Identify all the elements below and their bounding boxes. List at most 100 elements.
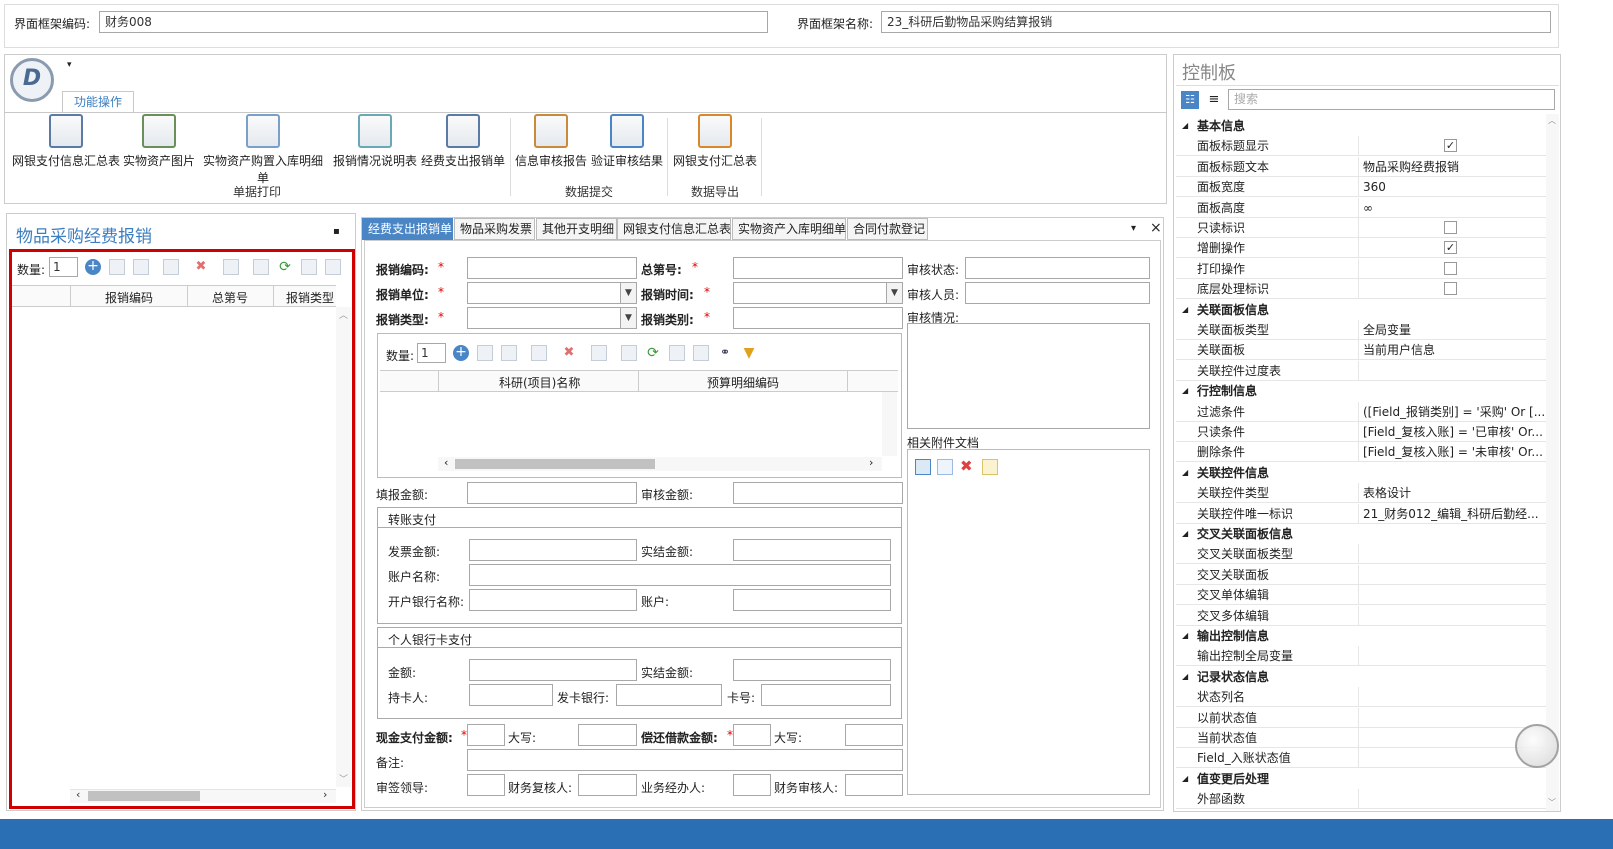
left-hscroll-thumb[interactable]	[88, 791, 200, 801]
tab-5[interactable]: 合同付款登记	[847, 218, 928, 240]
property-row[interactable]: 只读条件 [Field_复核入账] = '已审核' Or...	[1176, 422, 1546, 442]
ribbon-btn-document-print-icon[interactable]: 实物资产购置入库明细单	[198, 114, 328, 186]
property-row[interactable]: 交叉多体编辑	[1176, 605, 1546, 626]
property-value[interactable]: 全局变量	[1363, 320, 1546, 340]
filter-icon[interactable]: ▼	[741, 345, 757, 361]
report-type-select[interactable]: ▼	[467, 307, 637, 329]
property-row[interactable]: 面板高度 ∞	[1176, 197, 1546, 218]
categorized-view-icon[interactable]: ☷	[1181, 91, 1199, 109]
tab-3[interactable]: 网银支付信息汇总表	[617, 218, 731, 240]
property-category[interactable]: ◢ 关联控件信息	[1176, 463, 1546, 483]
property-checkbox[interactable]	[1444, 261, 1457, 275]
ribbon-tab-function[interactable]: 功能操作	[62, 91, 134, 113]
property-row[interactable]: 交叉关联面板	[1176, 564, 1546, 585]
property-value[interactable]: [Field_复核入账] = '未审核' Or...	[1363, 442, 1546, 462]
chevron-down-icon[interactable]: ▼	[886, 283, 902, 303]
report-code-input[interactable]	[467, 257, 637, 279]
refresh-icon[interactable]: ⟳	[277, 259, 293, 275]
delete-icon[interactable]: ✖	[561, 345, 577, 361]
code-field[interactable]: 财务008	[99, 11, 768, 33]
tab-2[interactable]: 其他开支明细	[536, 218, 617, 240]
report-unit-select[interactable]: ▼	[467, 282, 637, 304]
save-icon[interactable]	[163, 259, 179, 275]
property-checkbox[interactable]: ✓	[1444, 139, 1457, 153]
card-amount-input[interactable]	[469, 659, 637, 681]
property-value[interactable]: [Field_复核入账] = '已审核' Or...	[1363, 422, 1546, 442]
scroll-up-icon[interactable]: ︿	[339, 308, 348, 321]
collapse-icon[interactable]: ◢	[1182, 463, 1188, 483]
new-row-icon[interactable]	[109, 259, 125, 275]
scroll-right-icon[interactable]: ›	[323, 788, 327, 801]
property-checkbox[interactable]	[1444, 221, 1457, 234]
inner-qty-input[interactable]: 1	[417, 343, 446, 363]
upload-icon[interactable]	[937, 459, 953, 475]
property-row[interactable]: 过滤条件 ([Field_报销类别] = '采购' Or [...	[1176, 401, 1546, 422]
add-icon[interactable]: +	[453, 345, 469, 361]
edit-icon[interactable]	[982, 459, 998, 475]
audit-amount-input[interactable]	[733, 482, 903, 504]
import-icon[interactable]	[591, 345, 607, 361]
property-checkbox[interactable]: ✓	[1444, 241, 1457, 255]
upper-2-input[interactable]	[845, 724, 903, 746]
auditor-input[interactable]	[845, 774, 903, 796]
property-category[interactable]: ◢ 值变更后处理	[1176, 769, 1546, 789]
account-input[interactable]	[733, 589, 891, 611]
property-row[interactable]: Field_入账状态值	[1176, 748, 1546, 769]
property-row[interactable]: 删除条件 [Field_复核入账] = '未审核' Or...	[1176, 442, 1546, 463]
fill-amount-input[interactable]	[467, 482, 637, 504]
collapse-icon[interactable]: ◢	[1182, 626, 1188, 646]
property-row[interactable]: 以前状态值	[1176, 707, 1546, 728]
app-logo[interactable]: D	[10, 58, 54, 102]
close-icon[interactable]: ×	[1150, 220, 1162, 236]
repay-amount-input[interactable]	[733, 724, 771, 746]
ribbon-btn-printer-icon[interactable]: 网银支付信息汇总表	[10, 114, 122, 169]
name-field[interactable]: 23_科研后勤物品采购结算报销	[881, 11, 1551, 33]
property-row[interactable]: 关联控件过度表	[1176, 360, 1546, 381]
property-value[interactable]: 物品采购经费报销	[1363, 157, 1546, 177]
paste-icon[interactable]	[693, 345, 709, 361]
new-row-icon[interactable]	[477, 345, 493, 361]
left-col-code[interactable]: 报销编码	[105, 289, 153, 306]
paste-icon[interactable]	[325, 259, 341, 275]
globe-icon[interactable]	[1515, 724, 1559, 768]
left-col-number[interactable]: 总第号	[212, 289, 248, 306]
property-category[interactable]: ◢ 交叉关联面板信息	[1176, 524, 1546, 544]
ribbon-btn-table-print-icon[interactable]: 报销情况说明表	[333, 114, 417, 169]
collapse-icon[interactable]: ◢	[1182, 524, 1188, 544]
bank-name-input[interactable]	[469, 589, 637, 611]
account-name-input[interactable]	[469, 564, 891, 586]
property-category[interactable]: ◢ 关联面板信息	[1176, 300, 1546, 320]
property-row[interactable]: 底层处理标识	[1176, 279, 1546, 300]
property-row[interactable]: 面板宽度 360	[1176, 177, 1546, 198]
scroll-up-icon[interactable]: ︿	[1548, 115, 1556, 126]
property-value[interactable]: 360	[1363, 177, 1546, 197]
property-row[interactable]: 只读标识	[1176, 218, 1546, 238]
chevron-down-icon[interactable]: ▼	[620, 283, 636, 303]
property-row[interactable]: 交叉关联面板类型	[1176, 544, 1546, 565]
handler-input[interactable]	[733, 774, 771, 796]
inner-col-project[interactable]: 科研(项目)名称	[499, 374, 580, 391]
find-icon[interactable]: ⚭	[717, 345, 733, 361]
audit-status-input[interactable]	[965, 257, 1150, 279]
add-icon[interactable]: +	[85, 259, 101, 275]
remark-input[interactable]	[467, 749, 903, 771]
property-search-input[interactable]: 搜索	[1228, 89, 1555, 110]
export-row-icon[interactable]	[133, 259, 149, 275]
property-row[interactable]: 关联控件唯一标识 21_财务012_编辑_科研后勤经...	[1176, 503, 1546, 524]
property-row[interactable]: 关联面板 当前用户信息	[1176, 340, 1546, 361]
pin-icon[interactable]: ▪	[333, 226, 340, 237]
inner-col-budget[interactable]: 预算明细编码	[707, 374, 779, 391]
collapse-icon[interactable]: ◢	[1182, 300, 1188, 320]
card-settle-input[interactable]	[733, 659, 891, 681]
property-checkbox[interactable]	[1444, 282, 1457, 296]
ribbon-btn-edit-report-icon[interactable]: 信息审核报告	[515, 114, 587, 169]
holder-input[interactable]	[469, 684, 553, 706]
property-row[interactable]: 交叉单体编辑	[1176, 585, 1546, 606]
property-row[interactable]: 面板标题文本 物品采购经费报销	[1176, 156, 1546, 177]
report-category-input[interactable]	[733, 307, 903, 329]
property-value[interactable]: ([Field_报销类别] = '采购' Or [...	[1363, 402, 1546, 422]
scroll-right-icon[interactable]: ›	[869, 456, 873, 469]
property-row[interactable]: 增删操作 ✓	[1176, 238, 1546, 259]
property-row[interactable]: 面板标题显示 ✓	[1176, 136, 1546, 157]
property-category[interactable]: ◢ 行控制信息	[1176, 381, 1546, 401]
